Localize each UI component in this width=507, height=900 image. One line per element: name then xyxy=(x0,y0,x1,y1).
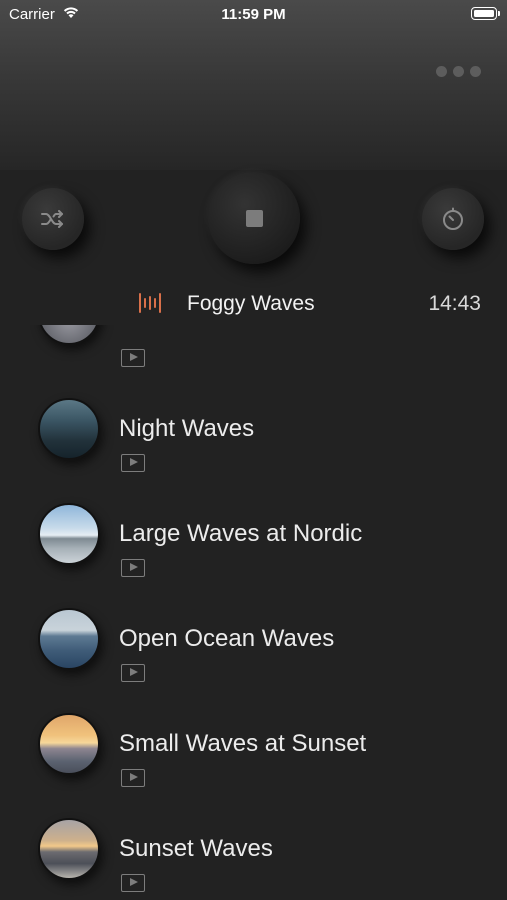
status-bar: Carrier 11:59 PM xyxy=(0,0,507,28)
track-thumbnail xyxy=(38,325,100,345)
list-item[interactable]: Night Waves xyxy=(0,398,507,505)
play-icon[interactable] xyxy=(121,664,145,682)
track-thumbnail xyxy=(38,608,100,670)
list-item[interactable]: Sunset Waves xyxy=(0,818,507,900)
shuffle-icon xyxy=(41,210,63,228)
stop-icon xyxy=(245,209,263,227)
play-icon[interactable] xyxy=(121,454,145,472)
track-title: Large Waves at Nordic xyxy=(119,520,363,547)
stop-button[interactable] xyxy=(208,172,300,264)
list-item[interactable] xyxy=(0,325,507,400)
shuffle-button[interactable] xyxy=(22,188,84,250)
list-item[interactable]: Large Waves at Nordic xyxy=(0,503,507,610)
ellipsis-icon xyxy=(453,65,464,77)
now-playing-title: Foggy Waves xyxy=(187,292,315,315)
status-time: 11:59 PM xyxy=(221,6,286,23)
play-icon[interactable] xyxy=(121,874,145,892)
track-thumbnail xyxy=(38,398,100,460)
timer-icon xyxy=(443,207,463,230)
play-icon[interactable] xyxy=(121,349,145,367)
track-list[interactable]: Night Waves Large Waves at Nordic Open O… xyxy=(0,325,507,900)
track-thumbnail xyxy=(38,713,100,775)
track-title: Night Waves xyxy=(119,415,255,442)
equalizer-icon xyxy=(139,293,161,313)
battery-icon xyxy=(471,7,500,20)
sleep-timer-button[interactable] xyxy=(422,188,484,250)
track-title: Small Waves at Sunset xyxy=(119,730,367,757)
ellipsis-icon xyxy=(470,65,481,77)
track-thumbnail xyxy=(38,818,100,880)
more-options-button[interactable] xyxy=(436,62,488,80)
now-playing-bar[interactable]: Foggy Waves 14:43 xyxy=(0,288,507,320)
now-playing-time: 14:43 xyxy=(428,292,481,315)
track-title: Open Ocean Waves xyxy=(119,625,335,652)
track-title: Sunset Waves xyxy=(119,835,273,862)
play-icon[interactable] xyxy=(121,559,145,577)
list-item[interactable]: Small Waves at Sunset xyxy=(0,713,507,820)
ellipsis-icon xyxy=(436,65,447,77)
track-thumbnail xyxy=(38,503,100,565)
list-item[interactable]: Open Ocean Waves xyxy=(0,608,507,715)
play-icon[interactable] xyxy=(121,769,145,787)
